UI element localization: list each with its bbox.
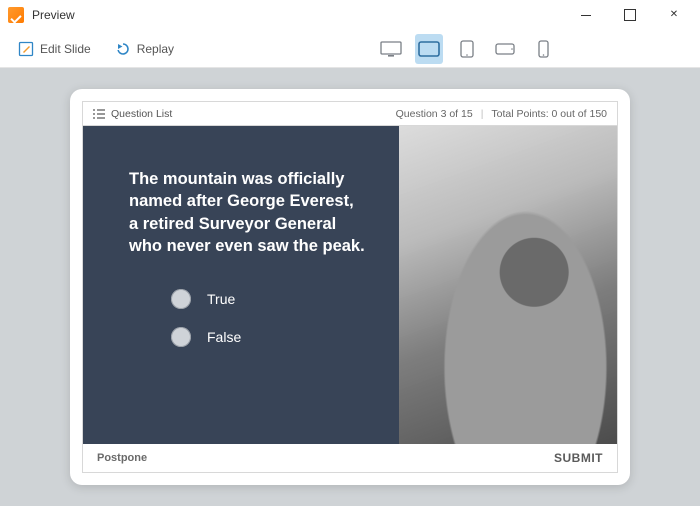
device-desktop-button[interactable] — [377, 34, 405, 64]
answer-label: True — [207, 291, 235, 307]
slide-footer: Postpone SUBMIT — [83, 444, 617, 472]
device-phone-portrait-button[interactable] — [529, 34, 557, 64]
replay-label: Replay — [137, 42, 174, 56]
question-image — [399, 126, 617, 444]
replay-icon — [115, 41, 131, 57]
radio-icon — [171, 289, 191, 309]
slide: Question List Question 3 of 15 | Total P… — [82, 101, 618, 473]
question-counter: Question 3 of 15 — [396, 108, 473, 120]
close-button[interactable]: ✕ — [652, 0, 696, 30]
device-preview-group — [377, 34, 557, 64]
answer-label: False — [207, 329, 241, 345]
app-icon — [8, 7, 24, 23]
points-display: Total Points: 0 out of 150 — [491, 108, 607, 120]
slide-frame: Question List Question 3 of 15 | Total P… — [70, 89, 630, 485]
device-phone-landscape-button[interactable] — [491, 34, 519, 64]
window-titlebar: Preview ✕ — [0, 0, 700, 30]
submit-button[interactable]: SUBMIT — [554, 451, 603, 465]
device-tablet-portrait-button[interactable] — [453, 34, 481, 64]
toolbar: Edit Slide Replay — [0, 30, 700, 68]
question-list-link[interactable]: Question List — [111, 108, 396, 120]
minimize-button[interactable] — [564, 0, 608, 30]
slide-header: Question List Question 3 of 15 | Total P… — [83, 102, 617, 126]
answer-option-true[interactable]: True — [171, 289, 383, 309]
list-icon — [93, 109, 105, 119]
replay-button[interactable]: Replay — [105, 34, 184, 64]
edit-slide-label: Edit Slide — [40, 42, 91, 56]
answer-option-false[interactable]: False — [171, 327, 383, 347]
device-tablet-landscape-button[interactable] — [415, 34, 443, 64]
maximize-button[interactable] — [608, 0, 652, 30]
edit-slide-button[interactable]: Edit Slide — [8, 34, 101, 64]
preview-stage: Question List Question 3 of 15 | Total P… — [0, 68, 700, 506]
question-panel: The mountain was officially named after … — [83, 126, 399, 444]
postpone-button[interactable]: Postpone — [97, 452, 147, 464]
question-text: The mountain was officially named after … — [129, 168, 383, 257]
image-placeholder — [399, 126, 617, 444]
answer-list: True False — [129, 289, 383, 347]
window-title: Preview — [32, 8, 564, 22]
slide-body: The mountain was officially named after … — [83, 126, 617, 444]
radio-icon — [171, 327, 191, 347]
pencil-icon — [18, 41, 34, 57]
